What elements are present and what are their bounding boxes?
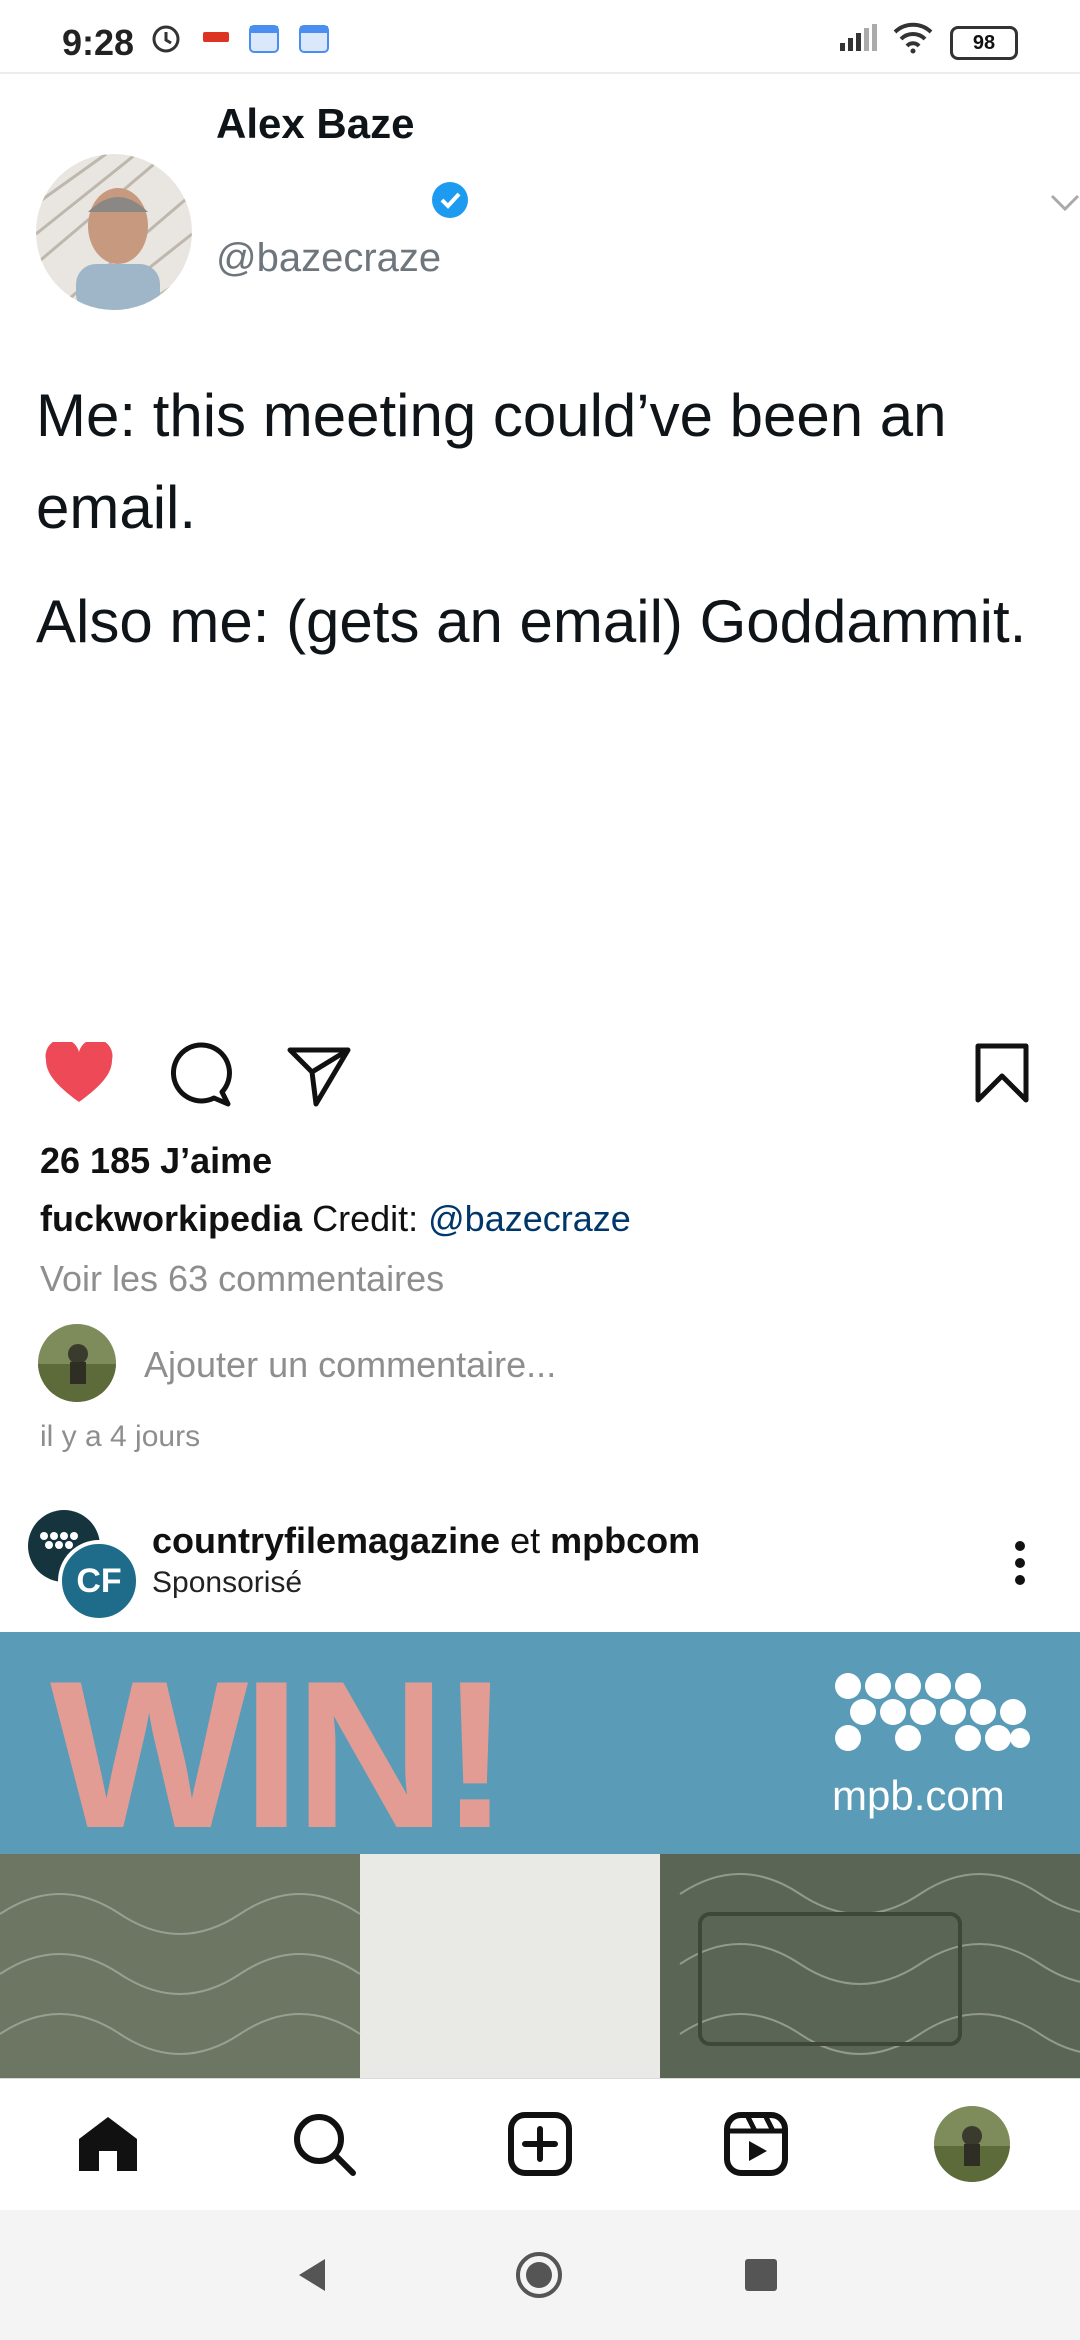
tweet-author-avatar — [36, 154, 192, 310]
save-button[interactable] — [974, 1042, 1030, 1109]
recents-button[interactable] — [736, 2250, 786, 2300]
view-comments-link[interactable]: Voir les 63 commentaires — [40, 1258, 444, 1300]
calendar-icon — [296, 20, 332, 56]
send-icon — [287, 1047, 351, 1107]
verified-icon — [430, 180, 470, 225]
battery-indicator: 98 — [950, 26, 1018, 60]
comment-button[interactable] — [166, 1042, 232, 1113]
ad-headline: WIN! — [50, 1637, 510, 1872]
tweet-author-handle: @bazecraze — [216, 236, 442, 280]
calendar-icon — [246, 20, 282, 56]
caption-text: Credit: — [312, 1198, 419, 1239]
back-icon — [299, 2259, 325, 2291]
tweet-text-line2: Also me: (gets an email) Goddammit. — [36, 588, 1027, 655]
tweet-text-line1: Me: this meeting could’ve been an email. — [36, 382, 947, 541]
chevron-down-icon — [1050, 194, 1080, 219]
nav-home[interactable] — [70, 2106, 146, 2182]
wifi-icon — [890, 20, 936, 56]
avatar[interactable]: CF — [58, 1540, 140, 1622]
share-button[interactable] — [286, 1042, 352, 1113]
nav-profile-avatar[interactable] — [934, 2106, 1010, 2182]
nav-create[interactable] — [502, 2106, 578, 2182]
signal-icon — [836, 20, 880, 56]
home-icon — [79, 2117, 137, 2171]
nav-reels[interactable] — [718, 2106, 794, 2182]
sponsored-account2[interactable]: mpbcom — [550, 1520, 700, 1561]
post-caption: fuckworkipedia Credit: @bazecraze — [40, 1198, 1040, 1240]
post-timestamp: il y a 4 jours — [40, 1420, 201, 1453]
status-time: 9:28 — [62, 22, 135, 63]
like-button[interactable] — [44, 1039, 114, 1111]
ad-url: mpb.com — [832, 1772, 1005, 1819]
heart-icon — [45, 1039, 113, 1102]
bookmark-icon — [975, 1043, 1029, 1103]
sponsored-account1[interactable]: countryfilemagazine — [152, 1520, 500, 1561]
likes-count[interactable]: 26 185 J’aime — [40, 1140, 272, 1182]
add-comment-input[interactable]: Ajouter un commentaire... — [144, 1344, 556, 1386]
app-notification-icon — [198, 20, 234, 56]
back-button[interactable] — [286, 2250, 336, 2300]
home-system-button[interactable] — [514, 2250, 564, 2300]
search-icon — [294, 2114, 356, 2176]
caption-mention[interactable]: @bazecraze — [428, 1198, 631, 1239]
comment-icon — [170, 1042, 232, 1107]
more-options-button[interactable] — [1000, 1536, 1040, 1596]
reels-icon — [724, 2112, 788, 2176]
recents-icon — [745, 2259, 777, 2291]
caption-username[interactable]: fuckworkipedia — [40, 1198, 302, 1239]
sponsored-joiner: et — [510, 1520, 541, 1561]
sponsored-accounts[interactable]: countryfilemagazine et mpbcom — [152, 1520, 700, 1562]
alarm-icon — [146, 20, 186, 56]
circle-home-icon — [516, 2252, 562, 2298]
more-icon — [1015, 1541, 1025, 1585]
ad-photo[interactable] — [0, 1854, 1080, 2078]
mpb-logo — [834, 1672, 1034, 1769]
plus-square-icon — [508, 2112, 572, 2176]
avatar — [38, 1324, 116, 1402]
tweet-author-name: Alex Baze — [216, 100, 415, 147]
nav-search[interactable] — [286, 2106, 362, 2182]
sponsored-label: Sponsorisé — [152, 1566, 303, 1599]
